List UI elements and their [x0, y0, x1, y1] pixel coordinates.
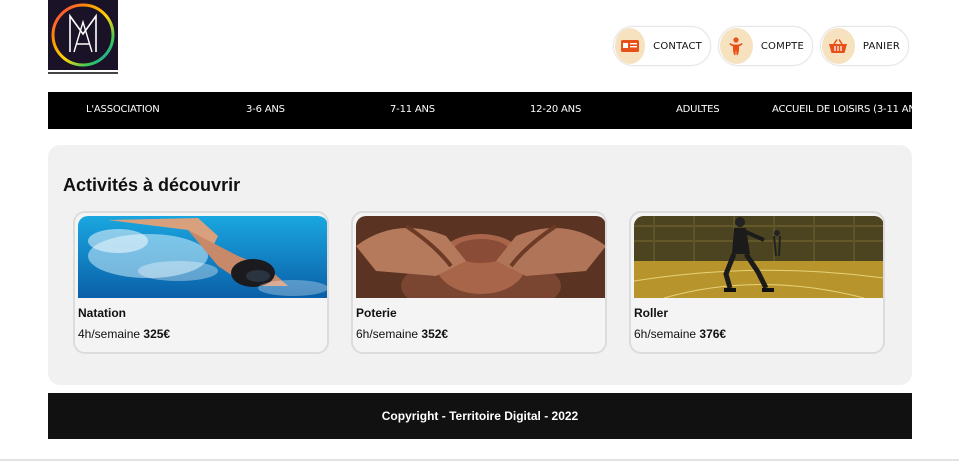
main-nav: L'association 3-6 ans 7-11 ans 12-20 ans… — [48, 92, 926, 129]
page-bottom-divider — [0, 459, 959, 461]
card-title: Natation — [78, 306, 126, 320]
activities-section: Activités à découvrir Natation 4h/semain… — [48, 145, 912, 385]
activity-card-poterie[interactable]: Poterie 6h/semaine 352€ — [351, 211, 607, 354]
contact-card-icon — [615, 28, 646, 64]
nav-item-accueil-loisirs[interactable]: Accueil de loisirs (3-11 ans) — [772, 104, 926, 115]
logo-ring-icon — [51, 3, 115, 67]
site-logo[interactable] — [48, 0, 118, 75]
copyright-text: Copyright - Territoire Digital - 2022 — [381, 409, 579, 423]
roller-skater-photo — [634, 216, 883, 298]
nav-item-association[interactable]: L'association — [86, 104, 160, 115]
card-duration: 4h/semaine — [78, 327, 141, 341]
card-price: 376€ — [699, 327, 727, 341]
card-duration: 6h/semaine — [356, 327, 419, 341]
card-title: Roller — [634, 306, 669, 320]
nav-item-3-6[interactable]: 3-6 ans — [246, 104, 285, 115]
card-duration: 6h/semaine — [634, 327, 697, 341]
card-price-line: 6h/semaine 352€ — [356, 327, 448, 341]
card-price: 325€ — [143, 327, 171, 341]
page: CONTACT COMPTE PANIER L'association 3-6 … — [0, 0, 959, 462]
card-title: Poterie — [356, 306, 397, 320]
section-title: Activités à découvrir — [63, 175, 241, 195]
nav-item-adultes[interactable]: Adultes — [676, 104, 720, 115]
cart-button[interactable]: PANIER — [820, 26, 909, 66]
logo-image — [48, 0, 118, 70]
card-price: 352€ — [421, 327, 449, 341]
nav-item-12-20[interactable]: 12-20 ans — [530, 104, 581, 115]
swimmer-photo — [78, 216, 327, 298]
pottery-photo — [356, 216, 605, 298]
activity-card-roller[interactable]: Roller 6h/semaine 376€ — [629, 211, 885, 354]
nav-item-7-11[interactable]: 7-11 ans — [390, 104, 435, 115]
account-label: COMPTE — [760, 40, 804, 52]
account-button[interactable]: COMPTE — [718, 26, 813, 66]
person-icon — [720, 28, 753, 64]
card-price-line: 6h/semaine 376€ — [634, 327, 726, 341]
basket-icon — [822, 28, 855, 64]
contact-button[interactable]: CONTACT — [613, 26, 711, 66]
activity-card-natation[interactable]: Natation 4h/semaine 325€ — [73, 211, 329, 354]
contact-label: CONTACT — [653, 40, 702, 52]
card-price-line: 4h/semaine 325€ — [78, 327, 170, 341]
cart-label: PANIER — [862, 40, 900, 52]
site-footer: Copyright - Territoire Digital - 2022 — [48, 393, 912, 439]
logo-underline — [48, 72, 118, 74]
